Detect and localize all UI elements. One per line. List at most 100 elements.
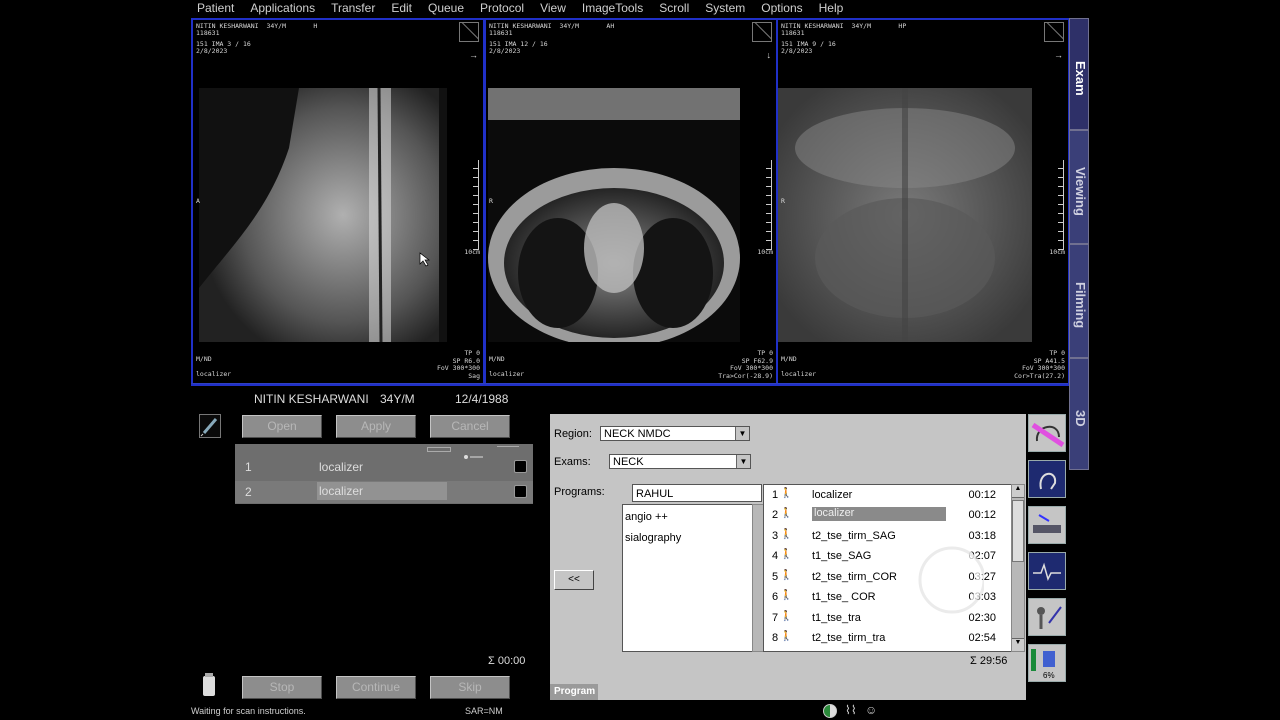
scroll-up-icon[interactable]: ▲ xyxy=(1012,485,1024,498)
step-number: 8 xyxy=(772,632,779,644)
tab-filming[interactable]: Filming xyxy=(1069,244,1089,358)
menu-system[interactable]: System xyxy=(697,0,753,17)
patient-injector-icon[interactable] xyxy=(1028,598,1066,636)
scrollbar-thumb[interactable] xyxy=(1012,500,1024,562)
mri-sagittal-image xyxy=(199,88,447,342)
step-name: t2_tse_tirm_SAG xyxy=(812,530,896,542)
vp-footer-left: M/ND localizer xyxy=(489,355,525,378)
protocol-step-list: 1 🚶 localizer 00:12 2 🚶 localizer 00:12 3 🚶 t2_t… xyxy=(763,484,1013,652)
apply-button[interactable]: Apply xyxy=(336,415,416,438)
menu-protocol[interactable]: Protocol xyxy=(472,0,532,17)
chevron-down-icon[interactable]: ▼ xyxy=(735,427,749,440)
chevron-down-icon[interactable]: ▼ xyxy=(736,455,750,468)
menu-scroll[interactable]: Scroll xyxy=(651,0,697,17)
scale-label: 10cm xyxy=(757,248,773,256)
scan-queue: 1 localizer 2 localizer xyxy=(235,444,533,504)
queue-row-number: 2 xyxy=(245,485,252,499)
menu-options[interactable]: Options xyxy=(753,0,810,17)
queue-row[interactable]: 1 localizer xyxy=(235,456,533,478)
loading-spinner-icon xyxy=(896,537,984,623)
list-item[interactable]: sialography xyxy=(625,532,681,544)
vp-id: 118631 xyxy=(489,29,513,37)
ecg-monitor-icon[interactable] xyxy=(1028,552,1066,590)
exams-select[interactable]: NECK ▼ xyxy=(609,454,751,469)
scroll-down-icon[interactable]: ▼ xyxy=(1012,638,1024,651)
waveform-icon: ⌇⌇ xyxy=(845,703,857,717)
cancel-button[interactable]: Cancel xyxy=(430,415,510,438)
queue-header-icon xyxy=(427,447,451,452)
skip-button[interactable]: Skip xyxy=(430,676,510,699)
sar-status: SAR=NM xyxy=(465,706,503,716)
vp-date: 2/8/2023 xyxy=(489,47,521,55)
menu-imagetools[interactable]: ImageTools xyxy=(574,0,651,17)
programs-field[interactable]: RAHUL xyxy=(632,484,762,502)
viewport-coronal[interactable]: NITIN KESHARWANI 34Y/M AH 118631 151 IMA… xyxy=(484,18,778,386)
queue-header-icon xyxy=(497,446,519,452)
tab-exam[interactable]: Exam xyxy=(1069,18,1089,130)
head-profile-icon[interactable] xyxy=(1028,460,1066,498)
status-icon xyxy=(514,460,527,473)
menu-transfer[interactable]: Transfer xyxy=(323,0,383,17)
viewport-transverse[interactable]: NITIN KESHARWANI 34Y/M HP 118631 151 IMA… xyxy=(776,18,1070,386)
menu-edit[interactable]: Edit xyxy=(383,0,420,17)
viewport-sagittal[interactable]: NITIN KESHARWANI 34Y/M H 118631 151 IMA … xyxy=(191,18,485,386)
program-panel: Region: NECK NMDC ▼ Exams: NECK ▼ Programs… xyxy=(550,414,1026,700)
step-number: 5 xyxy=(772,571,779,583)
head-icon: ☺ xyxy=(865,703,878,717)
stop-button[interactable]: Stop xyxy=(242,676,322,699)
person-icon: 🚶 xyxy=(780,611,793,622)
exams-value: NECK xyxy=(613,456,644,468)
menu-help[interactable]: Help xyxy=(811,0,852,17)
open-button[interactable]: Open xyxy=(242,415,322,438)
list-item[interactable]: 8 🚶 t2_tse_tirm_tra 02:54 xyxy=(764,628,1000,648)
menu-patient[interactable]: Patient xyxy=(190,0,242,17)
scale-label: 10cm xyxy=(464,248,480,256)
corner-triangle-icon[interactable] xyxy=(752,22,772,42)
step-time: 00:12 xyxy=(968,509,996,521)
region-select[interactable]: NECK NMDC ▼ xyxy=(600,426,750,441)
tab-3d[interactable]: 3D xyxy=(1069,358,1089,470)
step-name: localizer xyxy=(812,489,853,501)
patient-table-icon[interactable] xyxy=(1028,506,1066,544)
step-name: t1_tse_SAG xyxy=(812,550,872,562)
menu-view[interactable]: View xyxy=(532,0,574,17)
status-indicator-icon xyxy=(823,704,837,718)
orientation-label: R xyxy=(781,197,785,205)
step-number: 6 xyxy=(772,591,779,603)
continue-button[interactable]: Continue xyxy=(336,676,416,699)
syringe-icon[interactable] xyxy=(199,414,221,438)
step-number: 2 xyxy=(772,509,779,521)
person-icon: 🚶 xyxy=(780,549,793,560)
tab-viewing[interactable]: Viewing xyxy=(1069,130,1089,244)
step-name: t1_tse_tra xyxy=(812,612,861,624)
tab-program[interactable]: Program xyxy=(550,684,598,700)
head-coil-icon[interactable] xyxy=(1028,414,1066,452)
queue-row-name: localizer xyxy=(319,460,364,474)
divider xyxy=(191,383,1068,384)
person-icon: 🚶 xyxy=(780,570,793,581)
person-icon: 🚶 xyxy=(780,529,793,540)
vp-date: 2/8/2023 xyxy=(781,47,813,55)
step-name: localizer xyxy=(812,507,946,521)
vp-footer-right: TP 0 SP F62.9 FoV 300*300 Tra>Cor(-28.9) xyxy=(718,349,773,380)
vp-footer-left: M/ND localizer xyxy=(781,355,817,378)
person-icon: 🚶 xyxy=(780,508,793,519)
sar-indicator-icon: 6% xyxy=(1028,644,1066,682)
status-message: Waiting for scan instructions. xyxy=(191,706,306,716)
queue-header-icon xyxy=(463,447,485,459)
menu-queue[interactable]: Queue xyxy=(420,0,472,17)
menu-applications[interactable]: Applications xyxy=(242,0,323,17)
patient-dob: 12/4/1988 xyxy=(455,392,509,406)
step-time: 02:54 xyxy=(968,632,996,644)
queue-row[interactable]: 2 localizer xyxy=(235,481,533,503)
person-icon: 🚶 xyxy=(780,488,793,499)
vp-footer-left: M/ND localizer xyxy=(196,355,232,378)
list-item[interactable]: 2 🚶 localizer 00:12 xyxy=(764,505,1000,525)
list-item[interactable]: angio ++ xyxy=(625,511,668,523)
step-list-scrollbar[interactable]: ▲ ▼ xyxy=(1011,484,1025,652)
arrow-icon: → xyxy=(1054,50,1063,60)
back-button[interactable]: << xyxy=(554,570,594,590)
corner-triangle-icon[interactable] xyxy=(1044,22,1064,42)
corner-triangle-icon[interactable] xyxy=(459,22,479,42)
list-item[interactable]: 1 🚶 localizer 00:12 xyxy=(764,485,1000,505)
